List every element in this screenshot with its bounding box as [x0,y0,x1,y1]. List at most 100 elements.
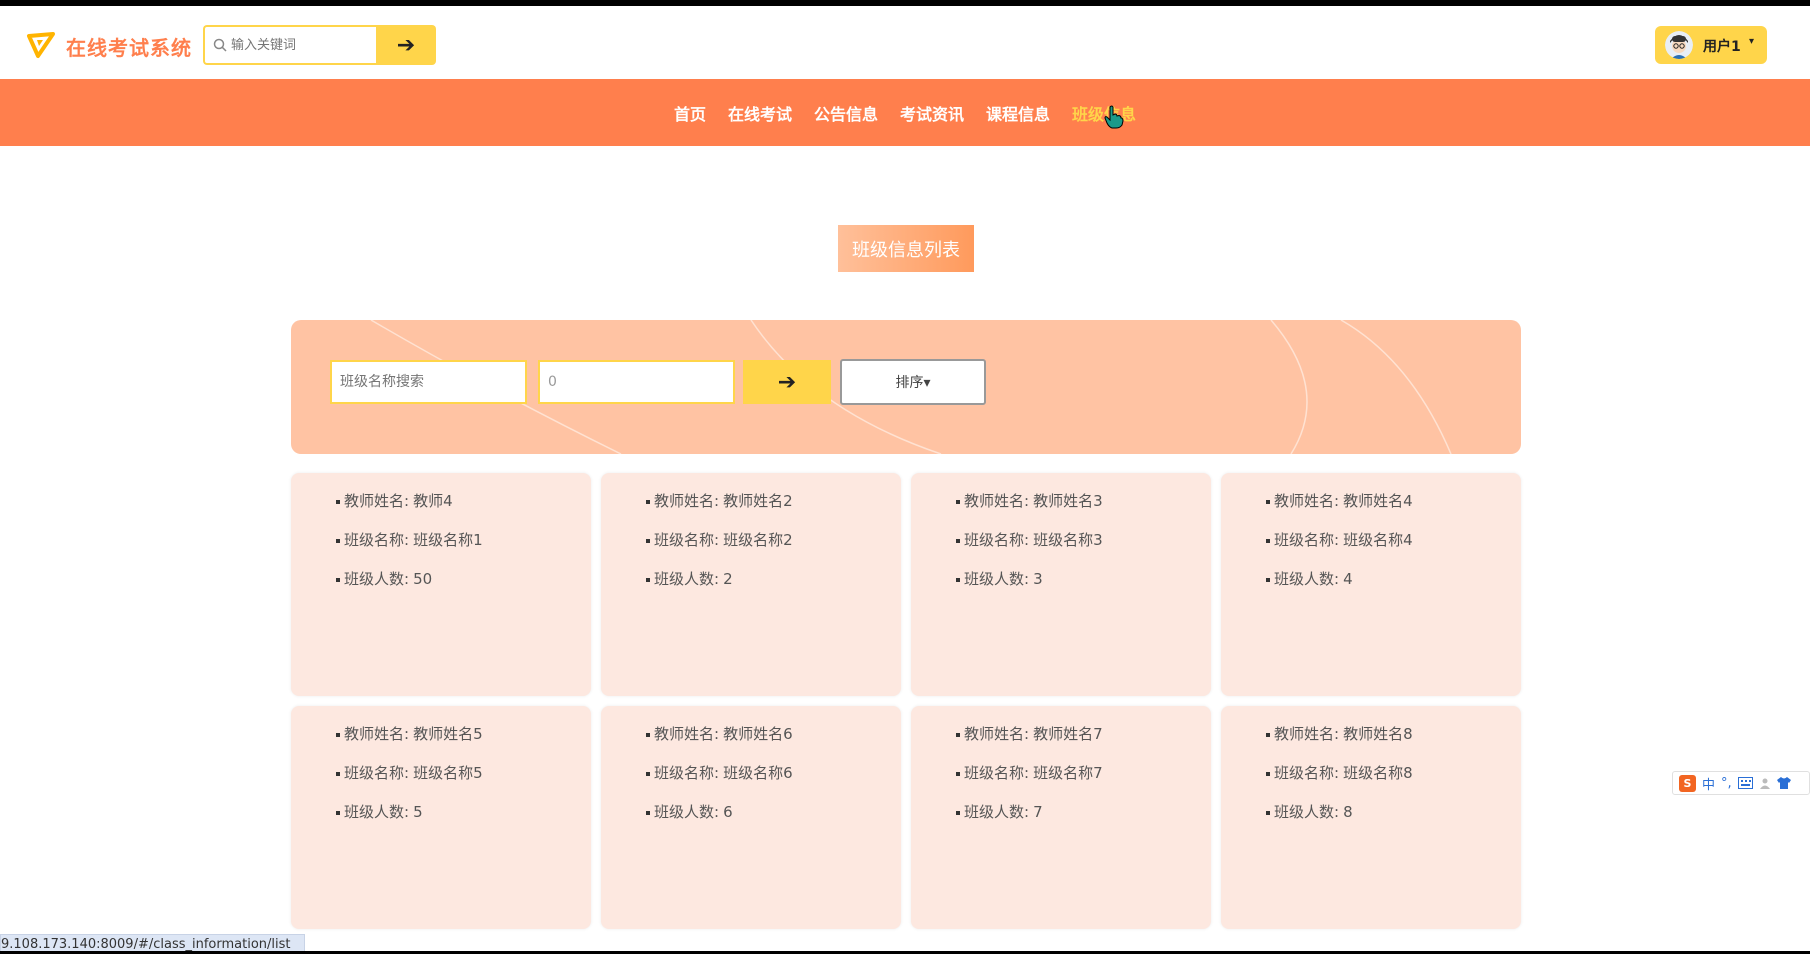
class-card[interactable]: 教师姓名: 教师姓名8 班级名称: 班级名称8 班级人数: 8 [1221,706,1521,929]
class-card-fields: 教师姓名: 教师姓名8 班级名称: 班级名称8 班级人数: 8 [1266,725,1413,842]
nav-item-online-exam[interactable]: 在线考试 [728,101,792,125]
teacher-name-value: 教师姓名5 [413,725,483,743]
teacher-name-row: 教师姓名: 教师4 [336,492,483,511]
class-count-label: 班级人数: [1274,803,1340,821]
filter-search-button[interactable]: ➔ [743,360,831,404]
class-count-row: 班级人数: 6 [646,803,793,822]
class-card[interactable]: 教师姓名: 教师姓名4 班级名称: 班级名称4 班级人数: 4 [1221,473,1521,696]
teacher-name-value: 教师姓名4 [1343,492,1413,510]
class-card[interactable]: 教师姓名: 教师姓名7 班级名称: 班级名称7 班级人数: 7 [911,706,1211,929]
header-search-button[interactable]: ➔ [376,25,436,65]
teacher-name-label: 教师姓名: [964,725,1030,743]
class-count-value: 4 [1343,570,1353,588]
class-card[interactable]: 教师姓名: 教师4 班级名称: 班级名称1 班级人数: 50 [291,473,591,696]
class-card[interactable]: 教师姓名: 教师姓名6 班级名称: 班级名称6 班级人数: 6 [601,706,901,929]
class-count-row: 班级人数: 2 [646,570,793,589]
logo-icon [27,32,55,58]
sort-dropdown-button[interactable]: 排序▾ [840,359,986,405]
class-card-fields: 教师姓名: 教师姓名6 班级名称: 班级名称6 班级人数: 6 [646,725,793,842]
avatar [1665,31,1693,59]
nav-item-courses[interactable]: 课程信息 [986,101,1050,125]
app-title: 在线考试系统 [66,36,192,60]
nav-item-home[interactable]: 首页 [674,101,706,125]
class-name-label: 班级名称: [964,764,1030,782]
class-name-search-input[interactable] [330,360,527,404]
class-count-value: 5 [413,803,423,821]
ime-lang-toggle[interactable]: 中 [1702,774,1715,793]
class-card[interactable]: 教师姓名: 教师姓名5 班级名称: 班级名称5 班级人数: 5 [291,706,591,929]
class-name-value: 班级名称1 [413,531,483,549]
class-count-value: 50 [413,570,433,588]
teacher-name-value: 教师姓名6 [723,725,793,743]
hand-cursor-icon [1104,105,1124,129]
teacher-name-row: 教师姓名: 教师姓名7 [956,725,1103,744]
class-name-label: 班级名称: [344,764,410,782]
class-name-label: 班级名称: [654,531,720,549]
teacher-name-value: 教师姓名7 [1033,725,1103,743]
class-count-value: 3 [1033,570,1043,588]
class-count-value: 8 [1343,803,1353,821]
teacher-name-row: 教师姓名: 教师姓名5 [336,725,483,744]
class-card-fields: 教师姓名: 教师姓名5 班级名称: 班级名称5 班级人数: 5 [336,725,483,842]
teacher-name-value: 教师姓名3 [1033,492,1103,510]
class-count-label: 班级人数: [964,803,1030,821]
ime-toolbar: S 中 °, [1672,771,1810,795]
teacher-name-label: 教师姓名: [654,725,720,743]
class-name-value: 班级名称5 [413,764,483,782]
shirt-icon[interactable] [1776,777,1791,789]
user-menu-button[interactable]: 用户1 ▾ [1655,26,1767,64]
class-name-row: 班级名称: 班级名称8 [1266,764,1413,783]
class-card-fields: 教师姓名: 教师姓名2 班级名称: 班级名称2 班级人数: 2 [646,492,793,609]
class-count-value: 6 [723,803,733,821]
teacher-name-value: 教师4 [413,492,453,510]
class-name-row: 班级名称: 班级名称3 [956,531,1103,550]
header: 在线考试系统 ➔ 用户1 ▾ [0,6,1810,79]
class-count-input[interactable] [538,360,735,404]
class-card-fields: 教师姓名: 教师4 班级名称: 班级名称1 班级人数: 50 [336,492,483,609]
class-card[interactable]: 教师姓名: 教师姓名3 班级名称: 班级名称3 班级人数: 3 [911,473,1211,696]
class-name-value: 班级名称4 [1343,531,1413,549]
class-count-value: 7 [1033,803,1043,821]
keyboard-icon[interactable] [1737,777,1753,789]
class-name-row: 班级名称: 班级名称2 [646,531,793,550]
teacher-name-row: 教师姓名: 教师姓名4 [1266,492,1413,511]
class-name-value: 班级名称7 [1033,764,1103,782]
user-name: 用户1 [1703,39,1741,55]
class-card[interactable]: 教师姓名: 教师姓名2 班级名称: 班级名称2 班级人数: 2 [601,473,901,696]
class-count-label: 班级人数: [654,803,720,821]
nav-item-announcements[interactable]: 公告信息 [814,101,878,125]
user-icon[interactable] [1759,777,1771,789]
teacher-name-value: 教师姓名8 [1343,725,1413,743]
class-name-value: 班级名称2 [723,531,793,549]
teacher-name-label: 教师姓名: [964,492,1030,510]
class-name-value: 班级名称8 [1343,764,1413,782]
user-avatar-icon [1665,31,1693,59]
search-icon [213,38,227,52]
class-name-label: 班级名称: [344,531,410,549]
class-count-label: 班级人数: [344,803,410,821]
class-card-fields: 教师姓名: 教师姓名7 班级名称: 班级名称7 班级人数: 7 [956,725,1103,842]
arrow-right-icon: ➔ [777,369,797,395]
teacher-name-label: 教师姓名: [1274,725,1340,743]
class-name-row: 班级名称: 班级名称4 [1266,531,1413,550]
ime-punct-toggle[interactable]: °, [1721,776,1732,791]
class-name-row: 班级名称: 班级名称5 [336,764,483,783]
class-name-row: 班级名称: 班级名称6 [646,764,793,783]
chevron-down-icon: ▾ [1749,36,1755,47]
filter-panel: ➔ 排序▾ [291,320,1521,454]
teacher-name-row: 教师姓名: 教师姓名8 [1266,725,1413,744]
class-count-row: 班级人数: 3 [956,570,1103,589]
class-count-row: 班级人数: 8 [1266,803,1413,822]
teacher-name-row: 教师姓名: 教师姓名3 [956,492,1103,511]
ime-logo-icon[interactable]: S [1679,774,1696,792]
class-name-value: 班级名称3 [1033,531,1103,549]
class-count-label: 班级人数: [654,570,720,588]
class-name-label: 班级名称: [964,531,1030,549]
header-search-input[interactable] [231,27,371,63]
nav-item-exam-news[interactable]: 考试资讯 [900,101,964,125]
teacher-name-row: 教师姓名: 教师姓名6 [646,725,793,744]
class-count-label: 班级人数: [344,570,410,588]
class-name-row: 班级名称: 班级名称1 [336,531,483,550]
main-nav: 首页 在线考试 公告信息 考试资讯 课程信息 班级信息 [0,79,1810,146]
header-search-field[interactable] [203,25,376,65]
